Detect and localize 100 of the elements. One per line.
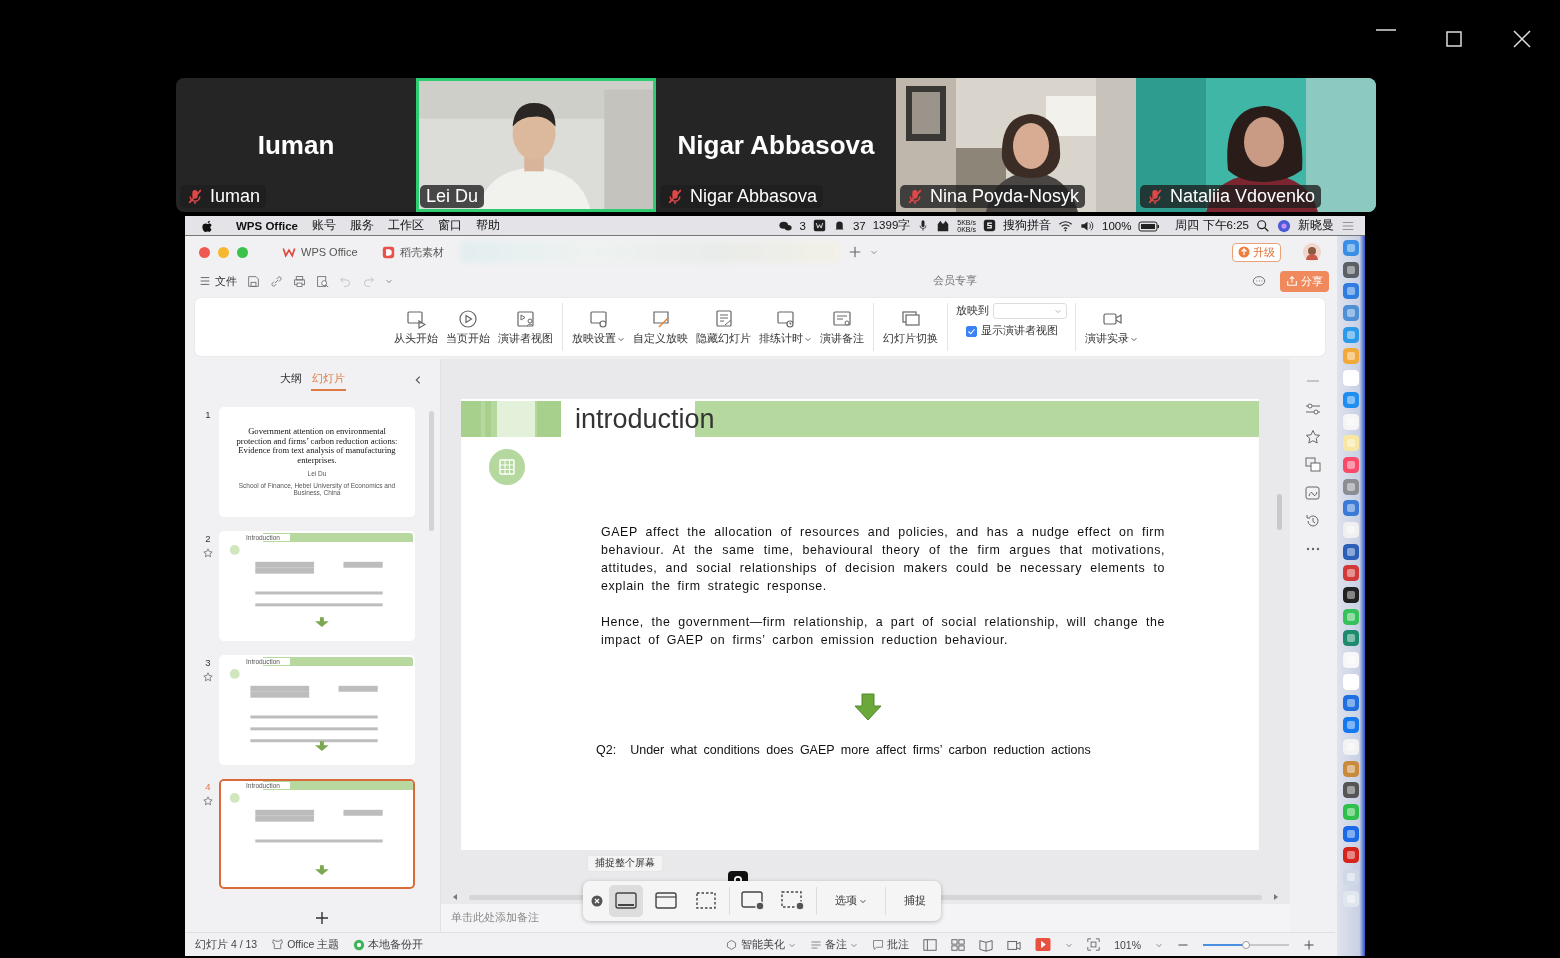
document-tab[interactable]: WPS Office bbox=[274, 241, 366, 263]
presenter-view-checkbox[interactable]: 显示演讲者视图 bbox=[965, 324, 1058, 338]
comments-button[interactable]: 批注 bbox=[872, 937, 910, 952]
share-icon bbox=[1286, 275, 1298, 287]
cloud-chat-icon[interactable] bbox=[1252, 274, 1266, 288]
star-icon[interactable] bbox=[203, 672, 213, 682]
reading-view-icon[interactable] bbox=[979, 937, 994, 952]
menu-item[interactable]: 服务 bbox=[350, 218, 374, 233]
dock-app-icon[interactable] bbox=[1343, 543, 1359, 560]
capture-button[interactable]: 捕捉 bbox=[892, 894, 938, 908]
save-icon[interactable] bbox=[247, 274, 260, 288]
sliders-icon[interactable] bbox=[1304, 401, 1321, 417]
slide-title: introduction bbox=[575, 403, 715, 435]
normal-view-icon[interactable] bbox=[923, 937, 938, 952]
grid-view-icon[interactable] bbox=[951, 937, 966, 952]
new-tab-icon[interactable] bbox=[847, 245, 862, 259]
app-menu[interactable]: WPS Office bbox=[236, 219, 298, 232]
options-button[interactable]: 选项 bbox=[823, 894, 879, 908]
muted-mic-icon bbox=[1146, 187, 1164, 206]
star-icon[interactable] bbox=[203, 548, 213, 558]
dock-app-icon[interactable] bbox=[1343, 587, 1359, 603]
zoom-slider-thumb[interactable] bbox=[1242, 940, 1250, 949]
maximize-icon bbox=[1444, 29, 1464, 49]
print-preview-icon[interactable] bbox=[316, 274, 329, 288]
backup-button[interactable]: 本地备份开 bbox=[353, 937, 424, 952]
plus-icon bbox=[314, 911, 329, 925]
wifi-icon[interactable] bbox=[1058, 218, 1073, 233]
file-menu[interactable]: 文件 bbox=[199, 273, 237, 289]
slide-number: 2 bbox=[205, 533, 211, 544]
document-tab[interactable]: 稻壳素材 bbox=[373, 240, 452, 264]
search-icon[interactable] bbox=[1256, 218, 1270, 233]
dock-app-icon[interactable] bbox=[1343, 782, 1359, 799]
zoom-level[interactable]: 101% bbox=[1114, 938, 1141, 951]
ribbon-button[interactable]: 演讲实录 bbox=[1084, 308, 1139, 346]
caret-icon bbox=[869, 248, 878, 256]
user-avatar-icon[interactable] bbox=[1303, 243, 1321, 261]
fit-window-icon[interactable] bbox=[1087, 938, 1101, 951]
ribbon-button[interactable]: 幻灯片切换 bbox=[882, 308, 939, 346]
siri-icon[interactable] bbox=[1277, 218, 1291, 233]
copy-icon[interactable] bbox=[1304, 457, 1321, 473]
ribbon-button[interactable]: 放映设置 bbox=[571, 308, 626, 346]
theme-button[interactable]: Office 主题 bbox=[271, 937, 340, 952]
menu-item[interactable]: 工作区 bbox=[388, 218, 424, 233]
notes-button[interactable]: 备注 bbox=[810, 937, 859, 952]
window-icon bbox=[654, 890, 678, 912]
slide-paragraph: GAEP affect the allocation of resources and policies, and has a nudge effect on firm behaviour. At the same time, behavioural theory of the firm argues that motivations, attitudes, and social relationships of decision makers could be necessary elements to explain the firm strategic response. bbox=[601, 524, 1165, 595]
ribbon-button[interactable]: 当页开始 bbox=[445, 308, 491, 346]
slide-number: 3 bbox=[205, 657, 211, 668]
ribbon-button[interactable]: 隐藏幻灯片 bbox=[695, 308, 752, 346]
notes-icon bbox=[832, 308, 852, 329]
close-icon[interactable] bbox=[591, 895, 603, 907]
input-method[interactable]: 搜狗拼音 bbox=[1003, 218, 1051, 233]
ribbon-button[interactable]: 演讲备注 bbox=[819, 308, 865, 346]
slide-question: Under what conditions does GAEP more affect firms’ carbon reduction actions bbox=[630, 743, 1091, 757]
maximize-button[interactable] bbox=[1444, 29, 1464, 49]
play-slideshow-icon[interactable] bbox=[1035, 937, 1052, 952]
minimize-icon bbox=[1376, 29, 1396, 31]
muted-mic-icon bbox=[906, 187, 924, 206]
clock[interactable]: 周四 下午6:25 bbox=[1175, 218, 1249, 233]
participant-tile[interactable]: Nataliia Vdovenko bbox=[1136, 78, 1376, 212]
star-icon[interactable] bbox=[1304, 429, 1321, 445]
cat-icon[interactable] bbox=[936, 218, 951, 233]
signature-icon[interactable] bbox=[1304, 485, 1321, 501]
print-icon[interactable] bbox=[293, 274, 306, 288]
menu-item[interactable]: 窗口 bbox=[438, 218, 462, 233]
down-arrow-icon bbox=[853, 693, 883, 721]
menu-item[interactable]: 帮助 bbox=[476, 218, 500, 233]
panel-tab[interactable]: 大纲 bbox=[279, 369, 303, 391]
window-close-button[interactable] bbox=[199, 246, 210, 258]
scroll-right-icon[interactable] bbox=[1272, 892, 1280, 902]
zoom-in-icon[interactable] bbox=[1303, 938, 1315, 951]
ribbon-button[interactable]: 排练计时 bbox=[758, 308, 813, 346]
user-name[interactable]: 新晓曼 bbox=[1298, 218, 1334, 233]
close-button[interactable] bbox=[1512, 29, 1532, 49]
ribbon-button[interactable]: 演讲者视图 bbox=[497, 308, 554, 346]
capture-mode-button[interactable] bbox=[609, 885, 643, 917]
star-icon[interactable] bbox=[203, 796, 213, 806]
participant-tile[interactable]: Lei Du bbox=[416, 78, 656, 212]
screen-gear-icon bbox=[588, 308, 609, 329]
participant-tile[interactable]: Nigar Abbasova Nigar Abbasova bbox=[656, 78, 896, 212]
window-zoom-button[interactable] bbox=[237, 246, 248, 258]
wps-logo-icon bbox=[282, 245, 296, 259]
link-icon[interactable] bbox=[270, 274, 283, 288]
ribbon-button[interactable]: 从头开始 bbox=[393, 308, 439, 346]
hidden-slide-icon bbox=[713, 308, 734, 329]
app-w-icon[interactable] bbox=[812, 219, 826, 232]
menu-icon bbox=[199, 274, 211, 288]
menu-item[interactable]: 账号 bbox=[312, 218, 336, 233]
volume-icon[interactable] bbox=[1080, 218, 1095, 233]
participant-tile[interactable]: Iuman Iuman bbox=[176, 78, 416, 212]
scroll-left-icon[interactable] bbox=[451, 892, 459, 902]
dock-app-icon[interactable] bbox=[1343, 261, 1359, 278]
member-label[interactable]: 会员专享 bbox=[933, 274, 977, 288]
input-method-icon[interactable] bbox=[983, 219, 996, 232]
apple-icon[interactable] bbox=[201, 219, 214, 232]
history-icon[interactable] bbox=[1304, 513, 1321, 529]
beautify-button[interactable]: 智能美化 bbox=[725, 937, 797, 952]
add-slide-button[interactable] bbox=[314, 911, 329, 925]
ribbon-button[interactable]: 自定义放映 bbox=[632, 308, 689, 346]
participant-tile[interactable]: Nina Poyda-Nosyk bbox=[896, 78, 1136, 212]
